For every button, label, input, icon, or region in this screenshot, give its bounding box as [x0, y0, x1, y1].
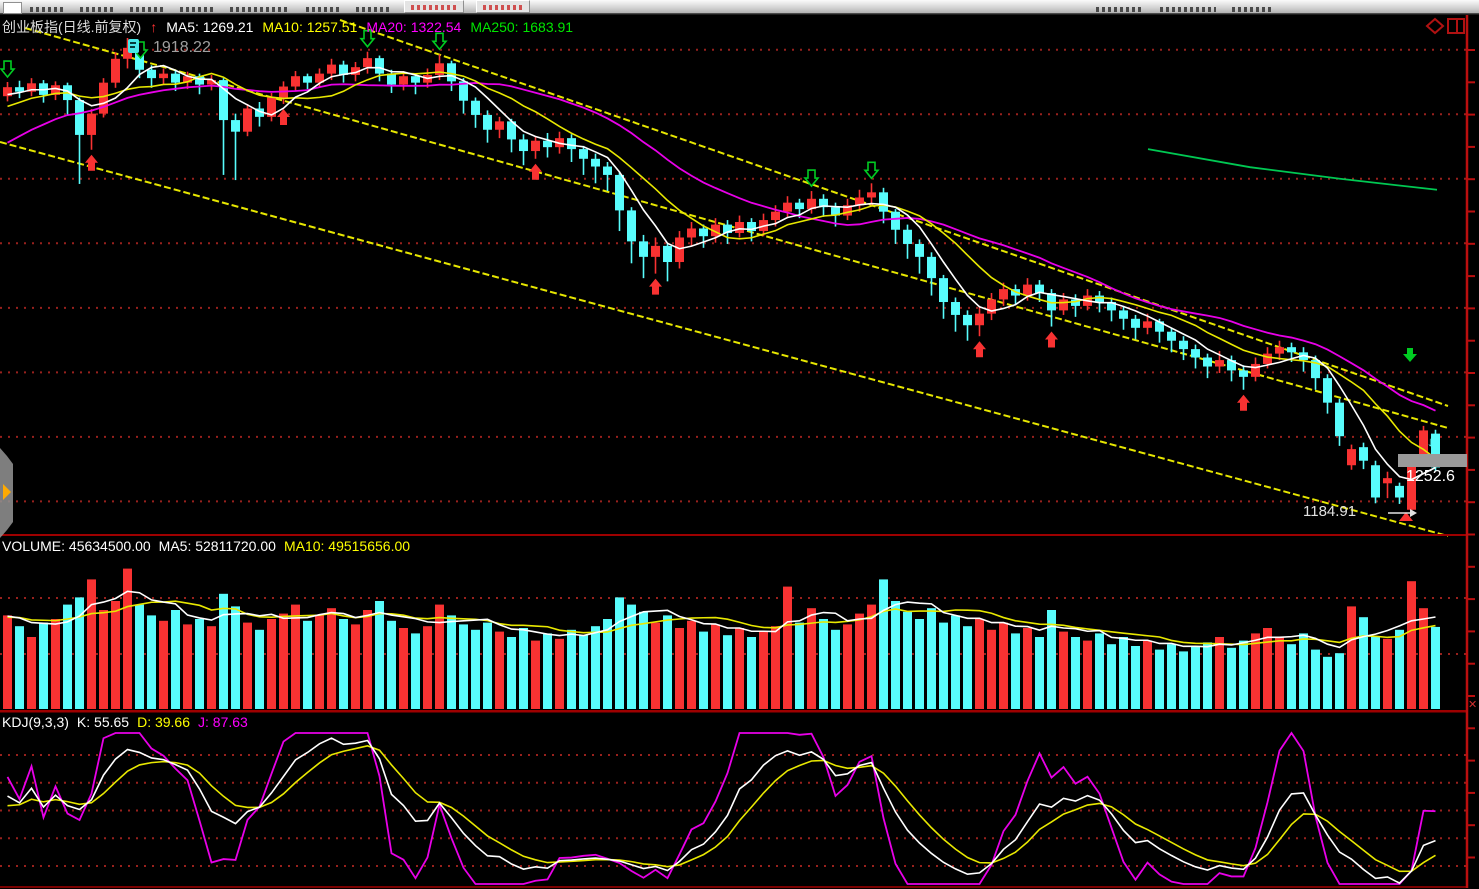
axis-resize-icon[interactable]: ✕ — [1468, 698, 1477, 711]
sell-signal-icon — [1, 61, 14, 77]
low-price-label: 1184.91 — [1303, 503, 1356, 520]
buy-signal-icon — [529, 164, 542, 180]
menu-item-stub[interactable] — [1096, 7, 1144, 12]
volume-header: VOLUME: 45634500.00 MA5: 52811720.00 MA10:… — [2, 538, 418, 554]
buy-signal-icon — [973, 341, 986, 357]
sell-signal-solid-icon — [1403, 348, 1417, 362]
kdj-header: KDJ(9,3,3) K: 55.65 D: 39.66 J: 87.63 — [2, 714, 256, 730]
buy-signal-icon — [85, 155, 98, 171]
volume-ma10-value: MA10: 49515656.00 — [284, 538, 410, 554]
ma5-value: MA5: 1269.21 — [166, 19, 253, 35]
ma250-value: MA250: 1683.91 — [470, 19, 573, 35]
diamond-icon[interactable] — [1427, 19, 1443, 33]
low-pointer-arrowhead — [1410, 509, 1417, 517]
main-chart-header: 创业板指(日线.前复权) ↑ MA5: 1269.21 MA10: 1257.51 MA… — [2, 17, 582, 37]
ma10-value: MA10: 1257.51 — [262, 19, 357, 35]
menu-button-red-2[interactable] — [476, 0, 530, 13]
menu-button-red-1[interactable] — [404, 0, 464, 13]
chart-frame — [0, 14, 1479, 889]
last-price-label: 1252.6 — [1406, 468, 1455, 486]
menu-item-stub[interactable] — [306, 7, 340, 12]
menu-item-stub[interactable] — [1160, 7, 1216, 12]
down-arrow-glyph: ↓ — [1427, 434, 1434, 449]
sidebar-expand-handle[interactable] — [0, 448, 13, 538]
sell-signal-icon — [865, 162, 878, 178]
last-price-box — [1398, 454, 1467, 467]
volume-ma5-value: MA5: 52811720.00 — [159, 538, 276, 554]
kdj-d-value: D: 39.66 — [137, 714, 190, 730]
menu-item-stub[interactable] — [130, 7, 164, 12]
note-icon — [128, 39, 139, 53]
chart-title: 创业板指(日线.前复权) — [2, 19, 141, 35]
menu-item-stub[interactable] — [80, 7, 114, 12]
buy-signal-icon — [1045, 332, 1058, 348]
menu-item-stub[interactable] — [230, 7, 290, 12]
buy-signal-icon — [1237, 395, 1250, 411]
trading-app-window: 创业板指(日线.前复权) ↑ MA5: 1269.21 MA10: 1257.51 MA… — [0, 0, 1479, 889]
high-price-label: 1918.22 — [153, 39, 211, 57]
kdj-pane — [0, 733, 1466, 884]
buy-signal-icon — [649, 279, 662, 295]
menu-bar[interactable] — [0, 0, 1479, 14]
ma20-value: MA20: 1322.54 — [366, 19, 461, 35]
kdj-k-value: K: 55.65 — [77, 714, 129, 730]
trend-up-arrow-icon: ↑ — [150, 19, 157, 35]
price-pane — [0, 20, 1466, 536]
volume-value: VOLUME: 45634500.00 — [2, 538, 151, 554]
chart-canvas[interactable] — [0, 0, 1479, 889]
kdj-indicator-label: KDJ(9,3,3) — [2, 714, 69, 730]
split-pane-icon[interactable] — [1448, 19, 1464, 33]
menu-item-stub[interactable] — [1232, 7, 1272, 12]
menu-item-stub[interactable] — [30, 7, 64, 12]
volume-pane — [0, 569, 1466, 709]
menu-item-stub[interactable] — [356, 7, 390, 12]
window-icon[interactable] — [3, 2, 22, 14]
menu-item-stub[interactable] — [180, 7, 214, 12]
kdj-j-value: J: 87.63 — [198, 714, 248, 730]
